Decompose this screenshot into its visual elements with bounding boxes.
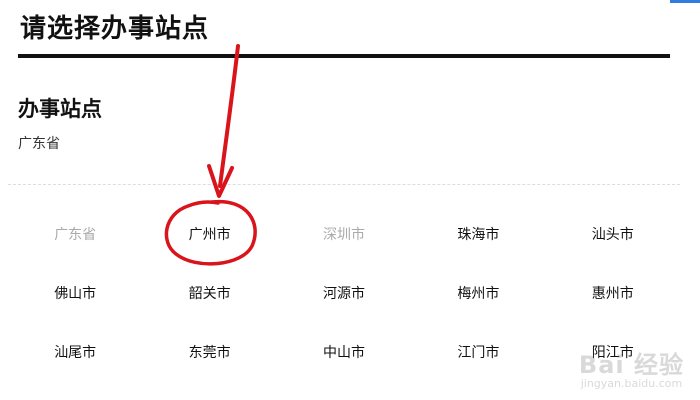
city-item[interactable]: 汕尾市: [8, 322, 142, 381]
city-item[interactable]: 佛山市: [8, 263, 142, 322]
city-item[interactable]: 广州市: [142, 204, 276, 263]
section-title: 办事站点: [18, 97, 102, 121]
page-title: 请选择办事站点: [20, 14, 210, 44]
title-divider: [18, 54, 670, 58]
annotation-arrow-head: [207, 164, 234, 198]
city-item[interactable]: 中山市: [277, 322, 411, 381]
city-item: 广东省: [54, 226, 97, 243]
city-item[interactable]: 汕头市: [546, 204, 680, 263]
annotation-arrow-shaft: [218, 44, 240, 188]
city-item[interactable]: 阳江市: [546, 322, 680, 381]
city-grid: 广东省 广州市 深圳市 珠海市 汕头市 佛山市 韶关市 河源市 梅州市 惠州市 …: [8, 204, 680, 381]
city-item[interactable]: 惠州市: [546, 263, 680, 322]
city-item: 深圳市: [322, 226, 365, 243]
city-item[interactable]: 韶关市: [142, 263, 276, 322]
city-item[interactable]: 珠海市: [411, 204, 545, 263]
city-item[interactable]: 梅州市: [411, 263, 545, 322]
city-item[interactable]: 东莞市: [142, 322, 276, 381]
section-province: 广东省: [18, 136, 60, 152]
dashed-divider: [8, 184, 680, 185]
city-item[interactable]: 河源市: [277, 263, 411, 322]
top-accent-bar: [670, 0, 700, 3]
city-item[interactable]: 江门市: [411, 322, 545, 381]
